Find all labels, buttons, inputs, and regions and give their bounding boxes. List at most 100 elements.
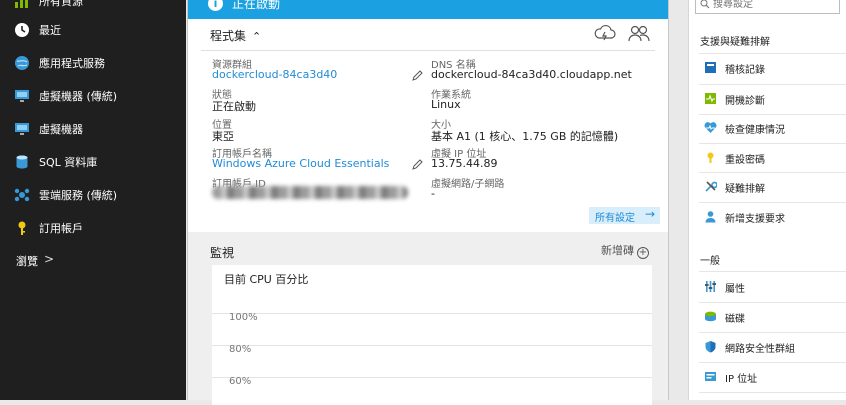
reset-password-icon bbox=[707, 152, 714, 163]
settings-item-reset-password[interactable]: 重設密碼 bbox=[689, 145, 846, 171]
subscription-name-link[interactable]: Windows Azure Cloud Essentials bbox=[212, 157, 389, 170]
settings-item-new-support-request[interactable]: 新增支援要求 bbox=[689, 204, 846, 230]
support-person-icon bbox=[705, 211, 716, 223]
divider bbox=[699, 362, 846, 363]
settings-item-properties[interactable]: 屬性 bbox=[689, 274, 846, 300]
nav-item-vm-classic[interactable]: 虛擬機器 (傳統) bbox=[0, 82, 186, 110]
support-header: 支援與疑難排解 bbox=[700, 37, 770, 48]
dns-value: dockercloud-84ca3d40.cloudapp.net bbox=[431, 68, 632, 81]
vnet-value: - bbox=[431, 187, 435, 200]
health-heart-icon bbox=[704, 122, 717, 133]
nav-item-label: 所有資源 bbox=[39, 0, 83, 8]
nav-item-all-resources[interactable]: 所有資源 bbox=[0, 0, 186, 15]
monitor-section: 監視 新增磚 + 目前 CPU 百分比 100% 80% 60% bbox=[188, 232, 668, 405]
cloud-service-icon bbox=[14, 188, 30, 202]
settings-item-troubleshoot[interactable]: 疑難排解 bbox=[689, 174, 846, 200]
search-settings-input[interactable] bbox=[713, 0, 833, 11]
settings-item-network-security-group[interactable]: 網路安全性群組 bbox=[689, 334, 846, 360]
subscription-id-redacted bbox=[212, 186, 408, 199]
nav-item-vm[interactable]: 虛擬機器 bbox=[0, 115, 186, 143]
globe-icon bbox=[15, 56, 29, 70]
cpu-chart-tile[interactable]: 目前 CPU 百分比 100% 80% 60% bbox=[212, 265, 652, 405]
tick-label: 80% bbox=[229, 344, 252, 355]
search-icon bbox=[700, 0, 710, 9]
all-settings-button[interactable]: 所有設定 → bbox=[589, 207, 660, 224]
search-settings-box[interactable] bbox=[695, 0, 840, 14]
settings-item-boot-diagnostics[interactable]: 開機診斷 bbox=[689, 86, 846, 112]
settings-item-label: 開機診斷 bbox=[725, 96, 765, 107]
nav-item-label: 雲端服務 (傳統) bbox=[39, 189, 118, 202]
all-settings-label: 所有設定 bbox=[595, 213, 635, 224]
users-icon[interactable] bbox=[628, 24, 650, 42]
divider bbox=[699, 302, 846, 303]
properties-icon bbox=[705, 281, 716, 292]
database-icon bbox=[16, 155, 28, 169]
tick-label: 100% bbox=[229, 312, 258, 323]
status-value: 正在啟動 bbox=[212, 100, 256, 113]
settings-item-label: 屬性 bbox=[725, 284, 745, 295]
gridline bbox=[212, 313, 652, 314]
settings-item-label: 稽核記錄 bbox=[725, 65, 765, 76]
divider bbox=[201, 50, 655, 51]
nav-item-label: 虛擬機器 (傳統) bbox=[39, 90, 118, 103]
monitor-title: 監視 bbox=[210, 246, 235, 260]
key-icon bbox=[18, 221, 26, 235]
os-value: Linux bbox=[431, 98, 461, 111]
nav-item-sql-database[interactable]: SQL 資料庫 bbox=[0, 148, 186, 176]
settings-item-label: 重設密碼 bbox=[725, 155, 765, 166]
resource-group-link[interactable]: dockercloud-84ca3d40 bbox=[212, 68, 337, 81]
arrow-right-icon: → bbox=[644, 207, 655, 221]
shield-icon bbox=[705, 341, 716, 353]
divider bbox=[699, 143, 846, 144]
settings-item-label: IP 位址 bbox=[725, 374, 758, 385]
troubleshoot-tools-icon bbox=[705, 181, 717, 192]
cloud-lightning-icon[interactable] bbox=[593, 24, 617, 42]
divider bbox=[699, 271, 846, 272]
ip-address-icon bbox=[705, 372, 716, 381]
nav-item-label: 訂用帳戶 bbox=[39, 222, 83, 235]
left-nav: 所有資源 最近 應用程式服務 虛擬機器 (傳統) 虛擬機器 SQL 資料庫 雲端… bbox=[0, 0, 186, 400]
nav-item-cloud-services[interactable]: 雲端服務 (傳統) bbox=[0, 181, 186, 209]
settings-item-ip-address[interactable]: IP 位址 bbox=[689, 364, 846, 390]
essentials-toggle[interactable]: 程式集 ⌃ bbox=[210, 27, 261, 44]
settings-item-label: 檢查健康情況 bbox=[725, 125, 785, 136]
add-tile-button[interactable]: 新增磚 + bbox=[601, 242, 649, 259]
nav-browse[interactable]: 瀏覽 > bbox=[0, 247, 186, 275]
settings-item-resource-health[interactable]: 檢查健康情況 bbox=[689, 115, 846, 141]
settings-panel: 支援與疑難排解 稽核記錄 開機診斷 檢查健康情況 重設密碼 疑難排解 新增支援要… bbox=[688, 0, 846, 400]
nav-item-label: 應用程式服務 bbox=[39, 57, 105, 70]
vnet-label: 虛擬網路/子網路 bbox=[431, 179, 505, 190]
settings-item-label: 疑難排解 bbox=[725, 184, 765, 195]
pencil-icon[interactable] bbox=[411, 159, 423, 171]
plus-icon: + bbox=[637, 247, 649, 259]
pencil-icon[interactable] bbox=[411, 70, 423, 82]
status-bar: i 正在啟動 bbox=[188, 0, 668, 19]
status-text: 正在啟動 bbox=[232, 0, 281, 11]
nav-item-label: 虛擬機器 bbox=[39, 123, 83, 136]
clock-icon bbox=[15, 23, 29, 37]
tick-label: 60% bbox=[229, 376, 252, 387]
settings-item-label: 磁碟 bbox=[725, 314, 745, 325]
info-icon: i bbox=[208, 0, 223, 11]
settings-item-label: 新增支援要求 bbox=[725, 214, 785, 225]
nav-item-label: SQL 資料庫 bbox=[39, 156, 98, 169]
essentials-title: 程式集 bbox=[210, 29, 247, 43]
chevron-right-icon: > bbox=[44, 252, 55, 266]
settings-item-disks[interactable]: 磁碟 bbox=[689, 304, 846, 330]
nav-item-subscriptions[interactable]: 訂用帳戶 bbox=[0, 214, 186, 242]
location-value: 東亞 bbox=[212, 130, 234, 143]
size-value: 基本 A1 (1 核心、1.75 GB 的記憶體) bbox=[431, 130, 619, 143]
disks-icon bbox=[705, 311, 716, 322]
grid-icon bbox=[15, 0, 28, 8]
browse-label: 瀏覽 bbox=[16, 255, 38, 268]
nav-item-recent[interactable]: 最近 bbox=[0, 16, 186, 44]
nav-item-app-services[interactable]: 應用程式服務 bbox=[0, 49, 186, 77]
ip-value: 13.75.44.89 bbox=[431, 157, 498, 170]
gridline bbox=[212, 345, 652, 346]
audit-log-icon bbox=[705, 62, 716, 73]
monitor-icon bbox=[15, 123, 29, 135]
divider bbox=[699, 172, 846, 173]
settings-item-audit-logs[interactable]: 稽核記錄 bbox=[689, 55, 846, 81]
chart-title: 目前 CPU 百分比 bbox=[224, 273, 309, 286]
divider bbox=[699, 84, 846, 85]
